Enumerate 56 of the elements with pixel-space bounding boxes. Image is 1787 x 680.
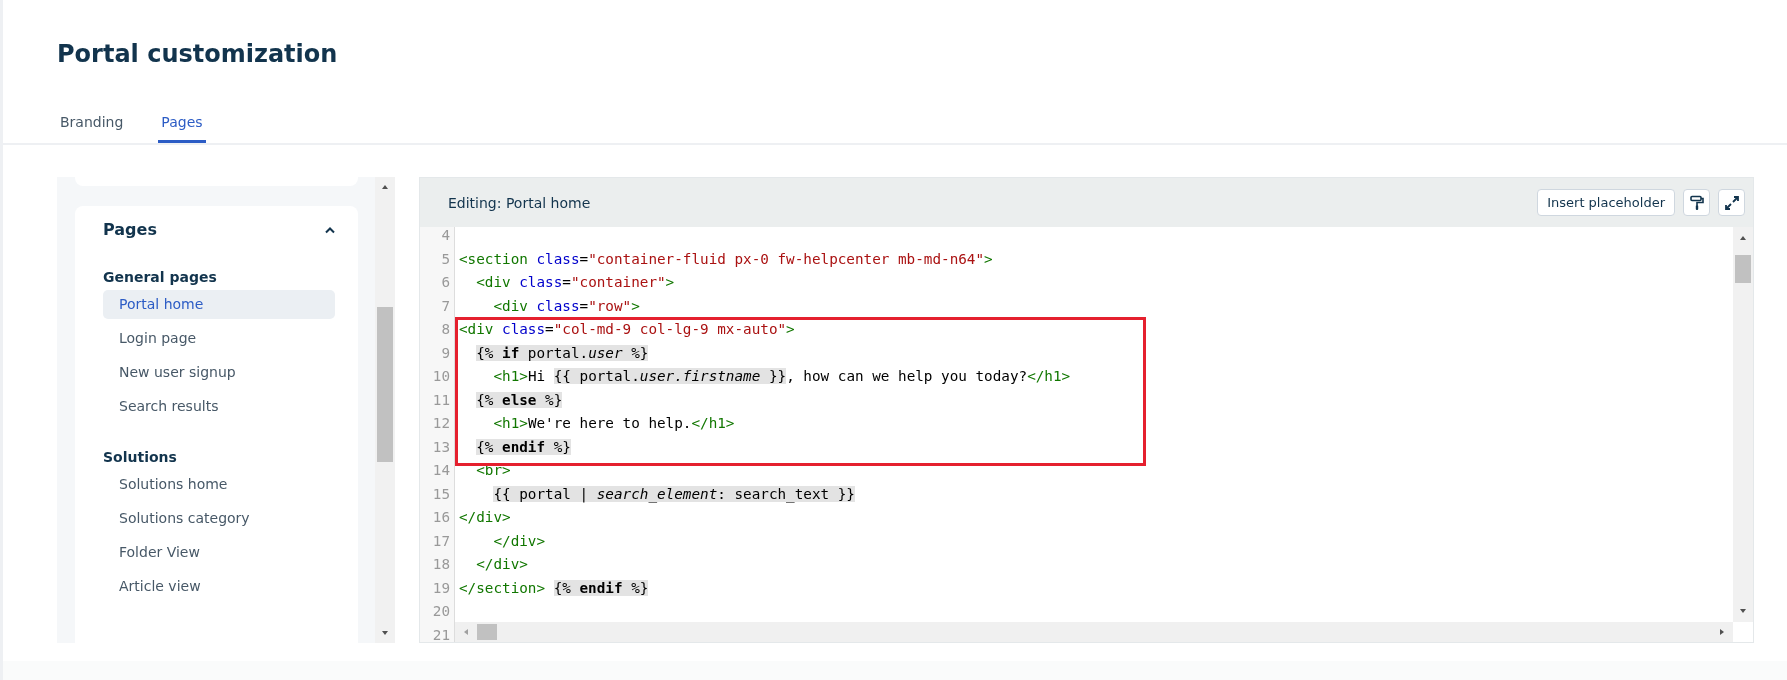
sidebar-item[interactable]: Portal home <box>103 290 335 319</box>
scrollbar[interactable] <box>1733 227 1753 622</box>
tab[interactable]: Pages <box>158 114 206 143</box>
editor-title: Editing: Portal home <box>448 194 591 211</box>
code-line: <div class="container"> <box>475 274 675 290</box>
code-line: <section class="container-fluid px-0 fw-helpcenter mb-md-n64"> <box>459 250 993 267</box>
line-number: 12 <box>431 415 451 433</box>
line-number: 19 <box>431 579 451 598</box>
code-line: </div> <box>492 532 546 549</box>
expand-button[interactable] <box>1718 189 1745 216</box>
section-title: Pages <box>103 220 157 239</box>
code-line: </section> {% endif %} <box>459 579 649 596</box>
line-number: 20 <box>431 603 451 621</box>
insert-placeholder-button[interactable]: Insert placeholder <box>1537 189 1675 216</box>
chevron-icon[interactable] <box>324 225 336 234</box>
code-line: </div> <box>459 509 511 525</box>
code-line: <h1>Hi {{ portal.user.firstname }}, how can we help you today?</h1> <box>492 368 1071 384</box>
line-number: 4 <box>440 227 451 245</box>
group-heading: Solutions <box>103 449 178 465</box>
scrollbar-thumb[interactable] <box>477 624 497 640</box>
line-number: 21 <box>431 626 451 642</box>
tab[interactable]: Branding <box>57 114 127 143</box>
code-line: <div class="row"> <box>492 297 640 314</box>
page-title: Portal customization <box>57 39 339 70</box>
line-number: 15 <box>431 485 451 504</box>
line-number: 9 <box>440 344 451 363</box>
sidebar-item[interactable]: Search results <box>103 392 335 421</box>
scrollbar-thumb[interactable] <box>1735 255 1751 283</box>
scrollbar-thumb[interactable] <box>377 307 393 462</box>
line-number: 8 <box>440 321 451 339</box>
line-number: 18 <box>431 556 451 574</box>
code-line: <br> <box>475 462 511 478</box>
code-line: <div class="col-md-9 col-lg-9 mx-auto"> <box>459 321 795 337</box>
line-number: 10 <box>431 368 451 386</box>
sidebar-item[interactable]: New user signup <box>103 358 335 387</box>
line-number: 7 <box>440 297 451 316</box>
sidebar-item[interactable]: Login page <box>103 324 335 353</box>
line-number: 5 <box>440 250 451 269</box>
line-number: 6 <box>440 274 451 292</box>
code-line: <h1>We're here to help.</h1> <box>492 415 735 431</box>
paint-roller-button[interactable] <box>1683 189 1710 216</box>
line-number: 14 <box>431 462 451 480</box>
code-line: </div> <box>475 556 528 572</box>
scrollbar[interactable] <box>455 622 1733 642</box>
line-number: 17 <box>431 532 451 551</box>
group-heading: General pages <box>103 269 218 285</box>
sidebar-item[interactable]: Solutions home <box>103 470 335 499</box>
scrollbar[interactable] <box>375 177 395 643</box>
paint-roller-icon <box>1688 194 1705 211</box>
expand-icon <box>1723 194 1740 211</box>
line-number: 13 <box>431 438 451 457</box>
sidebar-item[interactable]: Solutions category <box>103 504 335 533</box>
line-number: 11 <box>431 391 451 410</box>
sidebar-item[interactable]: Folder View <box>103 538 335 567</box>
sidebar-item[interactable]: Article view <box>103 572 335 601</box>
line-number: 16 <box>431 509 451 527</box>
